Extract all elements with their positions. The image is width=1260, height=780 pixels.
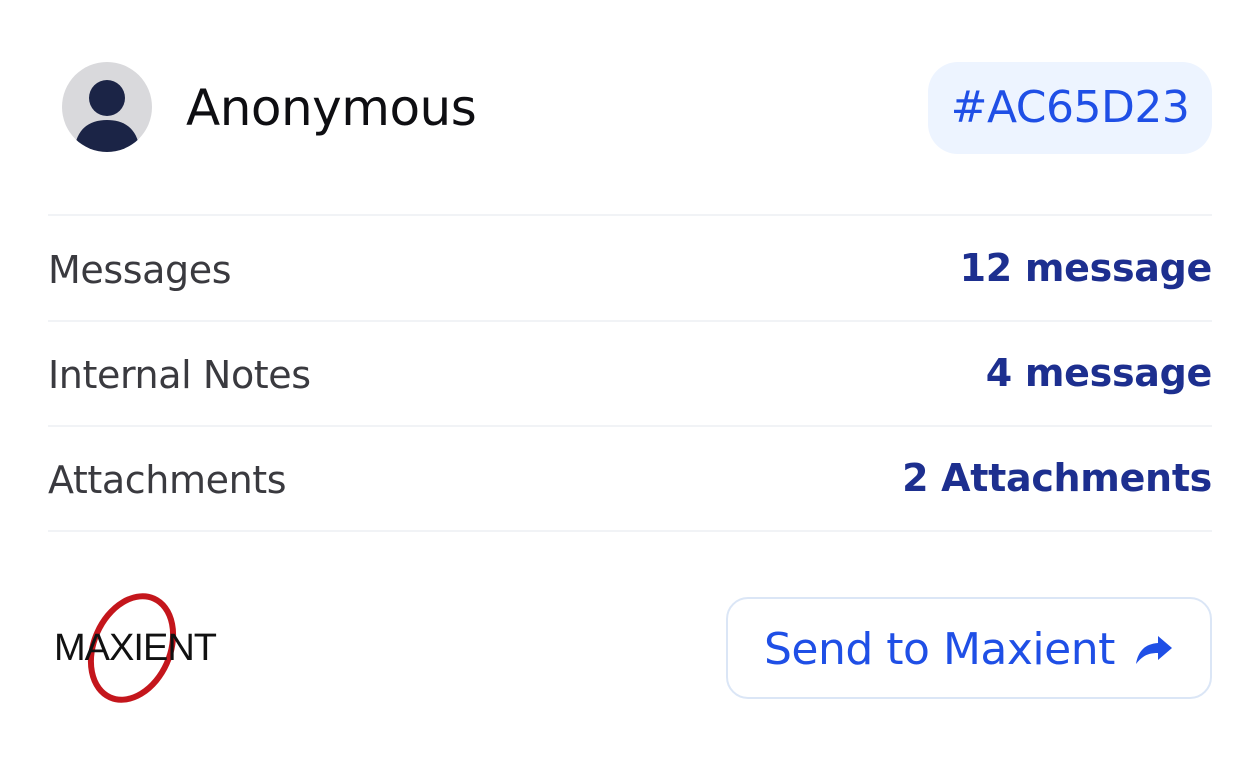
case-header: Anonymous #AC65D23 — [48, 62, 1212, 154]
send-to-maxient-button[interactable]: Send to Maxient — [726, 597, 1212, 699]
stat-row-attachments: Attachments 2 Attachments — [48, 428, 1212, 532]
stat-row-messages: Messages 12 message — [48, 218, 1212, 322]
stat-row-internal-notes: Internal Notes 4 message — [48, 323, 1212, 427]
divider — [48, 214, 1212, 216]
case-summary-card: Anonymous #AC65D23 Messages 12 message I… — [0, 0, 1260, 780]
stat-value[interactable]: 12 message — [960, 218, 1213, 318]
divider — [48, 425, 1212, 427]
stat-value[interactable]: 4 message — [986, 323, 1213, 423]
maxient-logo: MAXIENT — [52, 592, 222, 706]
case-id-badge: #AC65D23 — [928, 62, 1212, 154]
divider — [48, 530, 1212, 532]
stat-label: Attachments — [48, 458, 287, 502]
share-arrow-icon — [1134, 634, 1174, 666]
stat-label: Messages — [48, 248, 232, 292]
stat-value[interactable]: 2 Attachments — [902, 428, 1212, 528]
user-avatar-icon — [62, 62, 152, 152]
user-name: Anonymous — [186, 79, 477, 137]
send-button-label: Send to Maxient — [764, 624, 1115, 675]
stat-label: Internal Notes — [48, 353, 311, 397]
maxient-logo-text: MAXIENT — [54, 627, 217, 669]
divider — [48, 320, 1212, 322]
